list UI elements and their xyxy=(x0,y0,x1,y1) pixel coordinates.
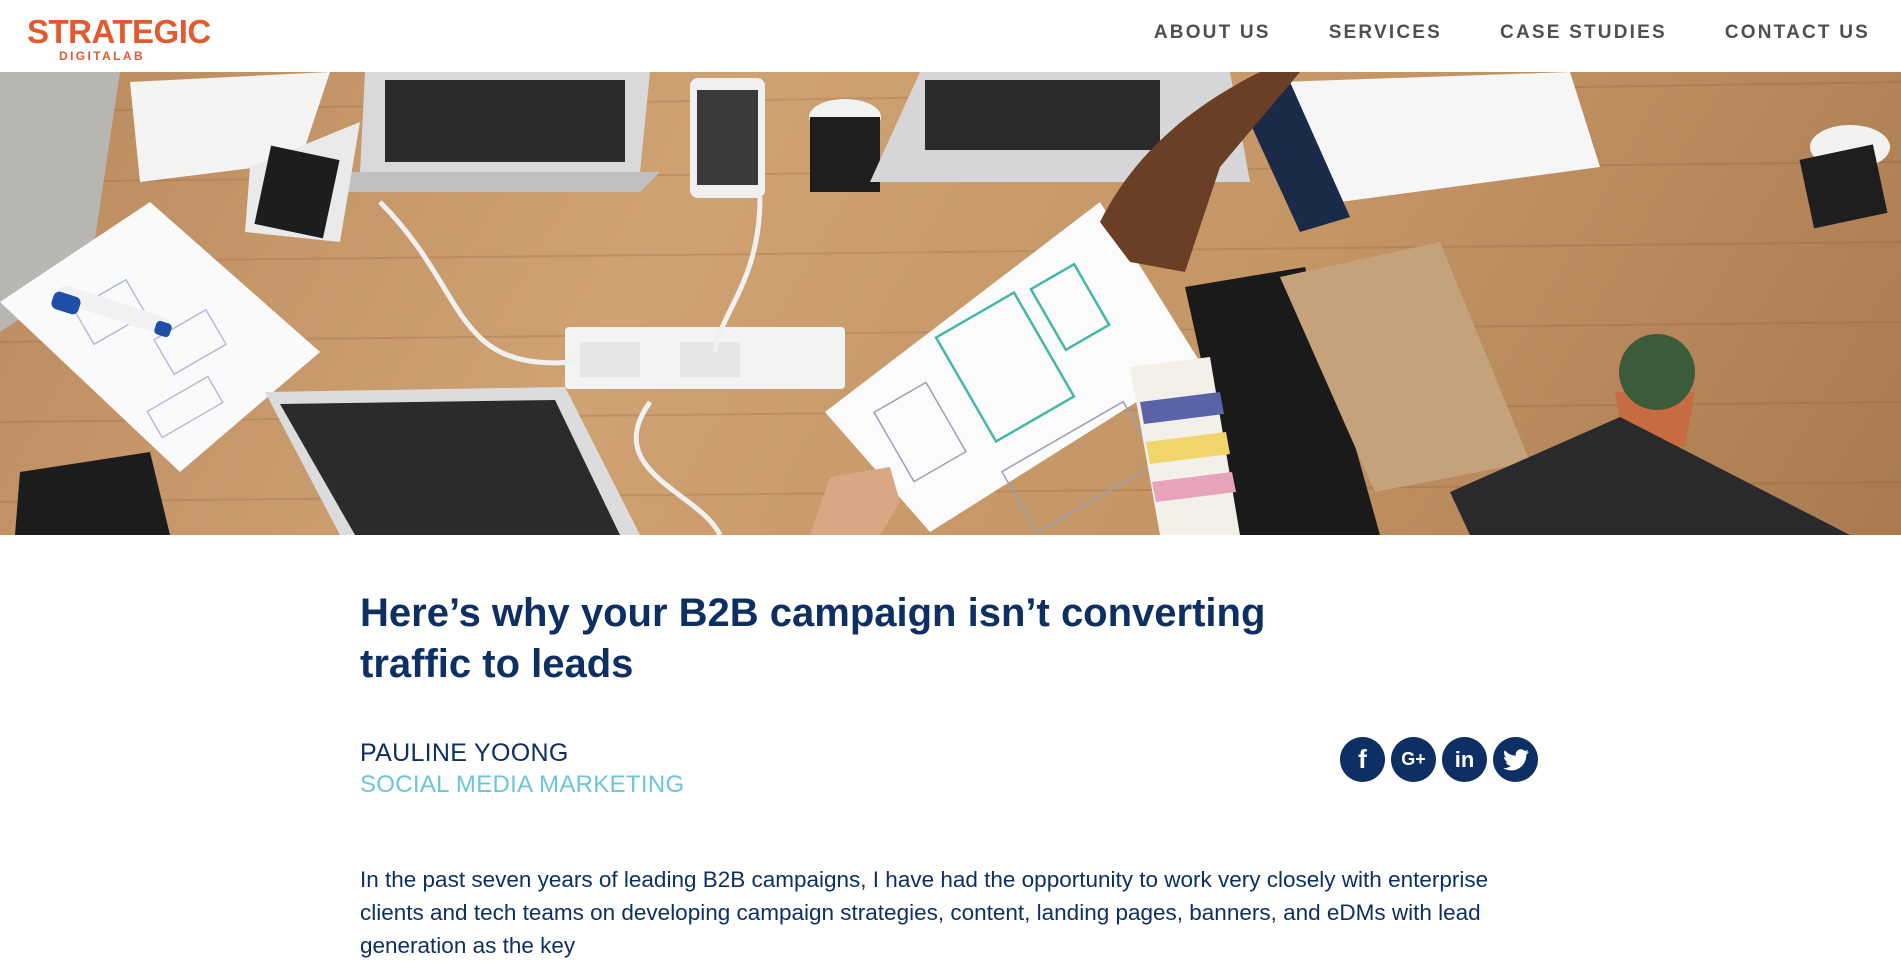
social-share-bar: f G+ in xyxy=(1340,737,1538,782)
main-nav: ABOUT US SERVICES CASE STUDIES CONTACT U… xyxy=(1096,22,1870,44)
google-plus-icon: G+ xyxy=(1401,749,1426,769)
nav-services[interactable]: SERVICES xyxy=(1329,22,1442,44)
article-category[interactable]: SOCIAL MEDIA MARKETING xyxy=(360,771,684,799)
logo-subtitle: DIGITALAB xyxy=(59,49,146,63)
article-author[interactable]: PAULINE YOONG xyxy=(360,739,569,768)
article-title: Here’s why your B2B campaign isn’t conve… xyxy=(360,591,1266,686)
linkedin-icon: in xyxy=(1454,746,1475,772)
linkedin-share-button[interactable]: in xyxy=(1442,737,1487,782)
article-body-paragraph: In the past seven years of leading B2B c… xyxy=(360,867,1489,958)
office-desk-illustration xyxy=(0,72,1901,535)
twitter-icon xyxy=(1502,748,1529,770)
facebook-icon: f xyxy=(1358,744,1367,774)
nav-about-us[interactable]: ABOUT US xyxy=(1154,22,1271,44)
nav-case-studies[interactable]: CASE STUDIES xyxy=(1500,22,1667,44)
logo[interactable]: STRATEGIC DIGITALAB xyxy=(27,14,211,64)
nav-contact-us[interactable]: CONTACT US xyxy=(1725,22,1870,44)
twitter-share-button[interactable] xyxy=(1493,737,1538,782)
site-header: STRATEGIC DIGITALAB ABOUT US SERVICES CA… xyxy=(0,0,1901,72)
google-plus-share-button[interactable]: G+ xyxy=(1391,737,1436,782)
hero-image xyxy=(0,72,1901,535)
logo-wordmark: STRATEGIC xyxy=(27,13,211,50)
facebook-share-button[interactable]: f xyxy=(1340,737,1385,782)
